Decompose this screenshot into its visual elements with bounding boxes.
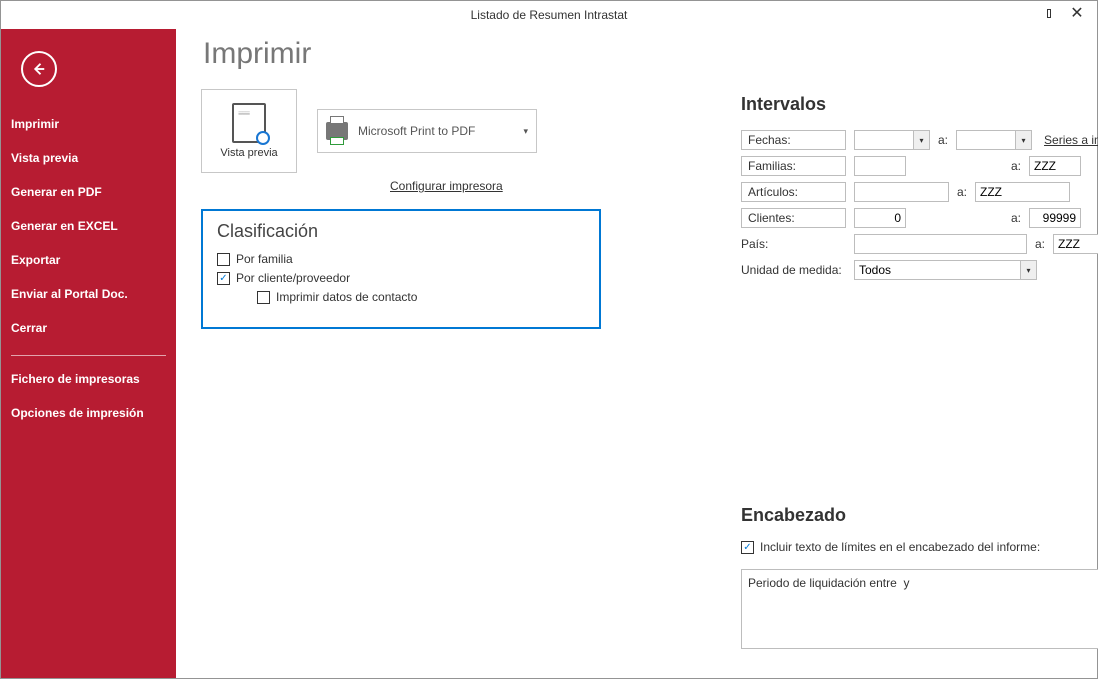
sidebar-item-exportar[interactable]: Exportar <box>1 243 176 277</box>
header-title: Encabezado <box>741 505 1098 526</box>
input-country-from[interactable] <box>854 234 1027 254</box>
header-panel: Encabezado ✓ Incluir texto de límites en… <box>741 505 1098 654</box>
input-unit[interactable] <box>854 260 1021 280</box>
to-label-clients: a: <box>1011 211 1021 225</box>
label-print-contact: Imprimir datos de contacto <box>276 290 417 304</box>
input-date-to[interactable] <box>956 130 1016 150</box>
classification-title: Clasificación <box>217 221 585 242</box>
input-client-to[interactable] <box>1029 208 1081 228</box>
checkbox-include-limits[interactable]: ✓ <box>741 541 754 554</box>
label-by-client: Por cliente/proveedor <box>236 271 350 285</box>
checkbox-by-client[interactable]: ✓ <box>217 272 230 285</box>
configure-printer-link[interactable]: Configurar impresora <box>390 179 503 193</box>
date-from-dropdown[interactable]: ▾ <box>914 130 930 150</box>
input-client-from[interactable] <box>854 208 906 228</box>
to-label-dates: a: <box>938 133 948 147</box>
label-dates: Fechas: <box>741 130 846 150</box>
close-button[interactable]: ✕ <box>1063 3 1091 23</box>
label-country: País: <box>741 235 854 253</box>
date-to-dropdown[interactable]: ▾ <box>1016 130 1032 150</box>
maximize-button[interactable] <box>1035 3 1063 23</box>
sidebar-item-cerrar[interactable]: Cerrar <box>1 311 176 345</box>
sidebar-item-enviar-portal[interactable]: Enviar al Portal Doc. <box>1 277 176 311</box>
preview-button[interactable]: Vista previa <box>201 89 297 173</box>
to-label-families: a: <box>1011 159 1021 173</box>
input-country-to[interactable] <box>1053 234 1098 254</box>
sidebar-item-generar-pdf[interactable]: Generar en PDF <box>1 175 176 209</box>
sidebar-item-opciones-impresion[interactable]: Opciones de impresión <box>1 396 176 430</box>
sidebar-separator <box>11 355 166 356</box>
input-article-to[interactable] <box>975 182 1070 202</box>
unit-dropdown[interactable]: ▾ <box>1021 260 1037 280</box>
header-textarea[interactable] <box>741 569 1098 649</box>
label-unit: Unidad de medida: <box>741 261 854 279</box>
input-article-from[interactable] <box>854 182 949 202</box>
intervals-panel: Intervalos Fechas: ▾ a: ▾ Series a impri… <box>741 94 1098 285</box>
checkbox-by-family[interactable] <box>217 253 230 266</box>
label-clients: Clientes: <box>741 208 846 228</box>
printer-icon <box>326 122 348 140</box>
main-content: Imprimir Vista previa Microsoft Print to… <box>176 29 1097 678</box>
intervals-title: Intervalos <box>741 94 1098 115</box>
window-title: Listado de Resumen Intrastat <box>471 8 628 22</box>
back-arrow-icon <box>30 60 48 78</box>
to-label-articles: a: <box>957 185 967 199</box>
label-include-limits: Incluir texto de límites en el encabezad… <box>760 540 1040 554</box>
document-preview-icon <box>232 103 266 143</box>
sidebar: Imprimir Vista previa Generar en PDF Gen… <box>1 29 176 678</box>
series-link[interactable]: Series a imprimir: <box>1044 133 1098 147</box>
input-family-from[interactable] <box>854 156 906 176</box>
sidebar-item-fichero-impresoras[interactable]: Fichero de impresoras <box>1 362 176 396</box>
label-families: Familias: <box>741 156 846 176</box>
back-button[interactable] <box>21 51 57 87</box>
sidebar-item-imprimir[interactable]: Imprimir <box>1 107 176 141</box>
to-label-country: a: <box>1035 237 1045 251</box>
maximize-icon <box>1047 9 1051 18</box>
label-articles: Artículos: <box>741 182 846 202</box>
input-family-to[interactable] <box>1029 156 1081 176</box>
label-by-family: Por familia <box>236 252 293 266</box>
chevron-down-icon: ▾ <box>523 126 528 137</box>
printer-select[interactable]: Microsoft Print to PDF ▾ <box>317 109 537 153</box>
printer-name: Microsoft Print to PDF <box>358 124 513 138</box>
magnifier-icon <box>256 131 270 145</box>
checkbox-print-contact[interactable] <box>257 291 270 304</box>
sidebar-item-generar-excel[interactable]: Generar en EXCEL <box>1 209 176 243</box>
input-date-from[interactable] <box>854 130 914 150</box>
page-title: Imprimir <box>203 37 1067 71</box>
classification-panel: Clasificación Por familia ✓ Por cliente/… <box>201 209 601 329</box>
preview-button-label: Vista previa <box>220 147 277 159</box>
sidebar-item-vista-previa[interactable]: Vista previa <box>1 141 176 175</box>
